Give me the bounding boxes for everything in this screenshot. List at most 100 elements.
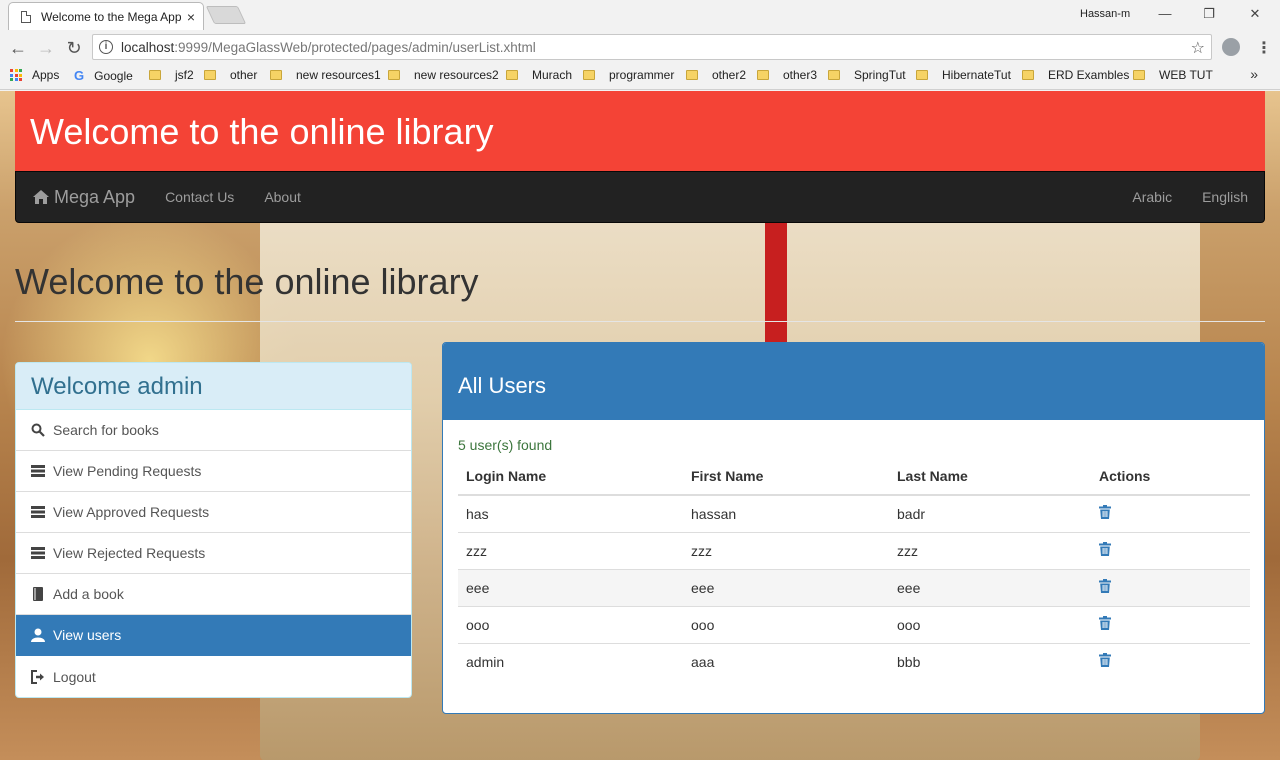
forward-button[interactable]: → bbox=[34, 36, 58, 60]
profile-name[interactable]: Hassan-m bbox=[1080, 8, 1130, 20]
table-row: eee eee eee bbox=[458, 568, 1250, 606]
trash-icon[interactable] bbox=[1099, 505, 1111, 520]
navbar: Mega App Contact Us About Arabic English bbox=[15, 171, 1265, 223]
bookmark-folder[interactable]: ERD Exambles bbox=[1022, 68, 1129, 82]
sidebar-item-pending-requests[interactable]: View Pending Requests bbox=[16, 451, 411, 492]
bookmark-folder[interactable]: SpringTut bbox=[828, 68, 906, 82]
sidebar-item-add-book[interactable]: Add a book bbox=[16, 574, 411, 615]
sidebar-item-view-users[interactable]: View users bbox=[16, 615, 411, 656]
restore-button[interactable]: ❐ bbox=[1194, 4, 1224, 24]
folder-icon bbox=[828, 70, 840, 80]
users-panel: All Users 5 user(s) found Login Name Fir… bbox=[442, 342, 1265, 714]
table-row: zzz zzz zzz bbox=[458, 531, 1250, 569]
new-tab-button[interactable] bbox=[205, 6, 247, 24]
bookmark-folder[interactable]: jsf2 bbox=[149, 68, 194, 82]
users-found-message: 5 user(s) found bbox=[458, 437, 553, 453]
bookmark-folder[interactable]: other3 bbox=[757, 68, 817, 82]
sidebar-item-label: View users bbox=[53, 627, 122, 643]
extension-icon[interactable] bbox=[1222, 38, 1240, 56]
reload-button[interactable]: ↻ bbox=[62, 36, 86, 60]
column-header-actions: Actions bbox=[1091, 458, 1250, 496]
bookmark-label: Google bbox=[94, 68, 133, 83]
sidebar-item-approved-requests[interactable]: View Approved Requests bbox=[16, 492, 411, 533]
apps-icon bbox=[10, 69, 22, 81]
nav-arabic[interactable]: Arabic bbox=[1132, 189, 1172, 205]
trash-icon[interactable] bbox=[1099, 653, 1111, 668]
bookmark-label: jsf2 bbox=[175, 68, 194, 82]
trash-icon[interactable] bbox=[1099, 542, 1111, 556]
cell-first-name: zzz bbox=[683, 531, 889, 569]
jumbotron: Welcome to the online library bbox=[15, 91, 1265, 171]
bookmark-folder[interactable]: HibernateTut bbox=[916, 68, 1011, 82]
bookmark-folder[interactable]: new resources1 bbox=[270, 68, 381, 82]
navbar-right: Arabic English bbox=[1102, 189, 1264, 205]
bookmark-folder[interactable]: WEB TUT bbox=[1133, 68, 1213, 82]
bookmark-label: other2 bbox=[712, 68, 747, 82]
bookmark-folder[interactable]: programmer bbox=[583, 68, 674, 82]
folder-icon bbox=[1133, 70, 1145, 80]
bookmark-label: Murach bbox=[532, 68, 573, 82]
cell-actions bbox=[1091, 642, 1250, 680]
browser-tab[interactable]: Welcome to the Mega App × bbox=[8, 2, 204, 30]
list-icon bbox=[31, 506, 45, 518]
bookmark-label: other3 bbox=[783, 68, 818, 82]
tab-close-icon[interactable]: × bbox=[187, 9, 195, 25]
sidebar-item-label: Logout bbox=[53, 668, 96, 685]
cell-login-name: zzz bbox=[458, 531, 683, 569]
browser-menu-icon[interactable]: ⋮ bbox=[1256, 38, 1272, 58]
folder-icon bbox=[916, 70, 928, 80]
page-viewport: Welcome to the online library Mega App C… bbox=[0, 91, 1280, 760]
bookmark-label: WEB TUT bbox=[1159, 68, 1213, 82]
cell-first-name: eee bbox=[683, 568, 889, 606]
minimize-button[interactable]: — bbox=[1150, 4, 1180, 24]
page-icon bbox=[21, 10, 31, 23]
sidebar-item-label: View Approved Requests bbox=[53, 504, 210, 520]
bookmark-folder[interactable]: new resources2 bbox=[388, 68, 499, 82]
sidebar-item-label: View Rejected Requests bbox=[53, 545, 206, 561]
book-icon bbox=[33, 587, 43, 601]
trash-icon[interactable] bbox=[1099, 579, 1111, 593]
nav-about[interactable]: About bbox=[264, 189, 301, 205]
bookmark-apps[interactable]: Apps bbox=[10, 68, 59, 82]
bookmark-folder[interactable]: other2 bbox=[686, 68, 746, 82]
table-row: has hassan badr bbox=[458, 494, 1250, 532]
bookmark-google[interactable]: G Google bbox=[74, 68, 133, 83]
nav-contact-us[interactable]: Contact Us bbox=[165, 189, 234, 205]
cell-login-name: ooo bbox=[458, 605, 683, 643]
close-window-button[interactable]: ✕ bbox=[1240, 4, 1270, 24]
bookmark-folder[interactable]: other bbox=[204, 68, 257, 82]
url-path: :9999/MegaGlassWeb/protected/pages/admin… bbox=[174, 39, 536, 55]
folder-icon bbox=[388, 70, 400, 80]
table-header-row: Login Name First Name Last Name Actions bbox=[458, 458, 1250, 496]
cell-last-name: badr bbox=[889, 494, 1091, 532]
users-panel-title: All Users bbox=[443, 343, 1264, 420]
back-button[interactable]: ← bbox=[6, 36, 30, 60]
cell-last-name: zzz bbox=[889, 531, 1091, 569]
table-row: admin aaa bbb bbox=[458, 642, 1250, 680]
bookmark-label: programmer bbox=[609, 68, 675, 82]
folder-icon bbox=[757, 70, 769, 80]
bookmark-star-icon[interactable]: ☆ bbox=[1191, 38, 1205, 58]
trash-icon[interactable] bbox=[1099, 616, 1111, 630]
address-bar[interactable]: i localhost:9999/MegaGlassWeb/protected/… bbox=[92, 34, 1212, 60]
bookmarks-overflow-icon[interactable]: » bbox=[1250, 66, 1258, 82]
sidebar-item-logout[interactable]: Logout bbox=[16, 656, 411, 697]
user-icon bbox=[31, 628, 45, 642]
bookmark-label: Apps bbox=[32, 68, 60, 82]
sidebar-item-label: Search for books bbox=[53, 422, 159, 438]
cell-login-name: admin bbox=[458, 642, 683, 680]
bookmark-label: new resources2 bbox=[414, 68, 499, 82]
bookmark-folder[interactable]: Murach bbox=[506, 68, 572, 82]
nav-english[interactable]: English bbox=[1202, 189, 1248, 205]
cell-first-name: ooo bbox=[683, 605, 889, 643]
sidebar-item-rejected-requests[interactable]: View Rejected Requests bbox=[16, 533, 411, 574]
cell-last-name: eee bbox=[889, 568, 1091, 606]
info-icon[interactable]: i bbox=[99, 40, 113, 54]
list-icon bbox=[31, 547, 45, 559]
navbar-brand[interactable]: Mega App bbox=[32, 187, 135, 208]
sidebar-item-search-books[interactable]: Search for books bbox=[16, 410, 411, 451]
users-table: Login Name First Name Last Name Actions … bbox=[458, 458, 1250, 680]
folder-icon bbox=[149, 70, 161, 80]
folder-icon bbox=[270, 70, 282, 80]
cell-first-name: hassan bbox=[683, 494, 889, 532]
